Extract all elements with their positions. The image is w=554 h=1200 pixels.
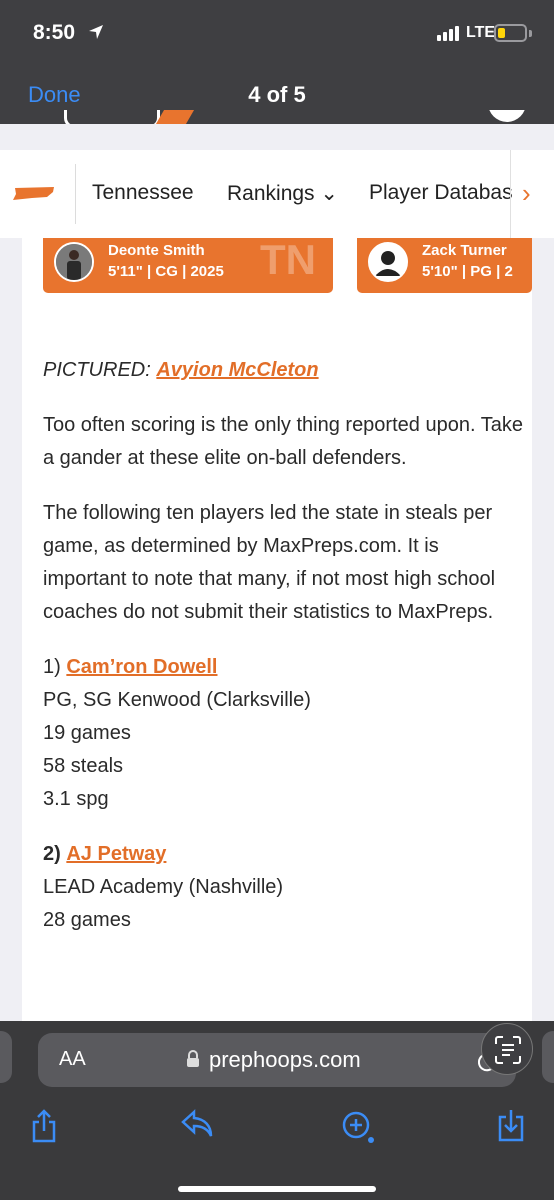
entry-games: 28 games: [43, 909, 131, 931]
reply-icon[interactable]: [180, 1109, 214, 1139]
player-name: Zack Turner: [422, 242, 507, 259]
viewer-header: 8:50 LTE Done 4 of 5: [0, 0, 554, 124]
tennessee-state-icon[interactable]: [12, 186, 56, 202]
nav-item-rankings[interactable]: Rankings ⌄: [227, 181, 338, 206]
signal-icon: [437, 26, 459, 41]
logo-stripe: [155, 110, 195, 124]
lock-icon: [187, 1050, 199, 1067]
entry-school: PG, SG Kenwood (Clarksville): [43, 689, 311, 711]
player-name: Deonte Smith: [108, 242, 205, 259]
article-content: Deonte Smith 5'11" | CG | 2025 TN Zack T…: [22, 238, 532, 1028]
list-item: 1) Cam’ron Dowell PG, SG Kenwood (Clarks…: [43, 651, 523, 816]
entry-steals: 58 steals: [43, 755, 124, 777]
nav-divider: [75, 164, 76, 224]
player-meta: 5'10" | PG | 2: [422, 263, 513, 280]
player-card[interactable]: Zack Turner 5'10" | PG | 2: [357, 238, 532, 293]
pictured-player-link[interactable]: Avyion McCleton: [156, 359, 318, 381]
site-logo-fragment: [64, 110, 160, 124]
pictured-caption: PICTURED: Avyion McCleton: [43, 354, 523, 387]
share-icon[interactable]: [30, 1109, 58, 1143]
status-time: 8:50: [33, 21, 76, 44]
entry-rank: 2): [43, 843, 61, 865]
entry-games: 19 games: [43, 722, 131, 744]
bottom-toolbar: [0, 1089, 554, 1200]
entry-spg: 3.1 spg: [43, 788, 109, 810]
battery-icon: [494, 24, 527, 42]
prev-tab-peek[interactable]: [0, 1031, 12, 1083]
nav-right-divider: [510, 150, 511, 238]
save-icon[interactable]: [497, 1109, 525, 1143]
entry-school: LEAD Academy (Nashville): [43, 876, 284, 898]
entry-rank: 1): [43, 656, 61, 678]
page-counter: 4 of 5: [248, 82, 306, 107]
url-text[interactable]: prephoops.com: [209, 1047, 361, 1073]
state-watermark: TN: [260, 238, 316, 283]
markup-icon[interactable]: [340, 1109, 376, 1145]
nav-item-tennessee[interactable]: Tennessee: [92, 181, 194, 205]
location-arrow-icon: [89, 25, 103, 39]
site-header-peek: [0, 110, 554, 124]
next-tab-peek[interactable]: [542, 1031, 554, 1083]
article-body: PICTURED: Avyion McCleton Too often scor…: [43, 354, 523, 959]
methodology-paragraph: The following ten players led the state …: [43, 502, 496, 623]
player-card[interactable]: Deonte Smith 5'11" | CG | 2025 TN: [43, 238, 333, 293]
pictured-label: PICTURED:: [43, 359, 151, 381]
battery-cap: [529, 30, 532, 37]
player-link[interactable]: AJ Petway: [66, 843, 166, 865]
address-bar[interactable]: AA prephoops.com: [38, 1033, 516, 1087]
player-avatar-placeholder: [368, 242, 408, 282]
address-bar-area: AA prephoops.com: [0, 1021, 554, 1089]
avatar-peek: [488, 110, 526, 122]
intro-paragraph: Too often scoring is the only thing repo…: [43, 414, 523, 469]
home-indicator[interactable]: [178, 1186, 376, 1192]
player-link[interactable]: Cam’ron Dowell: [66, 656, 217, 678]
reader-settings-button[interactable]: AA: [59, 1048, 86, 1071]
player-meta: 5'11" | CG | 2025: [108, 263, 224, 280]
network-type: LTE: [466, 24, 496, 41]
nav-next-arrow[interactable]: ›: [522, 178, 531, 209]
text-scan-icon: [495, 1036, 521, 1064]
list-item: 2) AJ Petway LEAD Academy (Nashville) 28…: [43, 838, 523, 937]
player-avatar: [54, 242, 94, 282]
text-scan-button[interactable]: [481, 1023, 533, 1075]
nav-item-player-database[interactable]: Player Databas: [369, 181, 514, 205]
site-nav: Tennessee Rankings ⌄ Player Databas ›: [0, 150, 554, 238]
